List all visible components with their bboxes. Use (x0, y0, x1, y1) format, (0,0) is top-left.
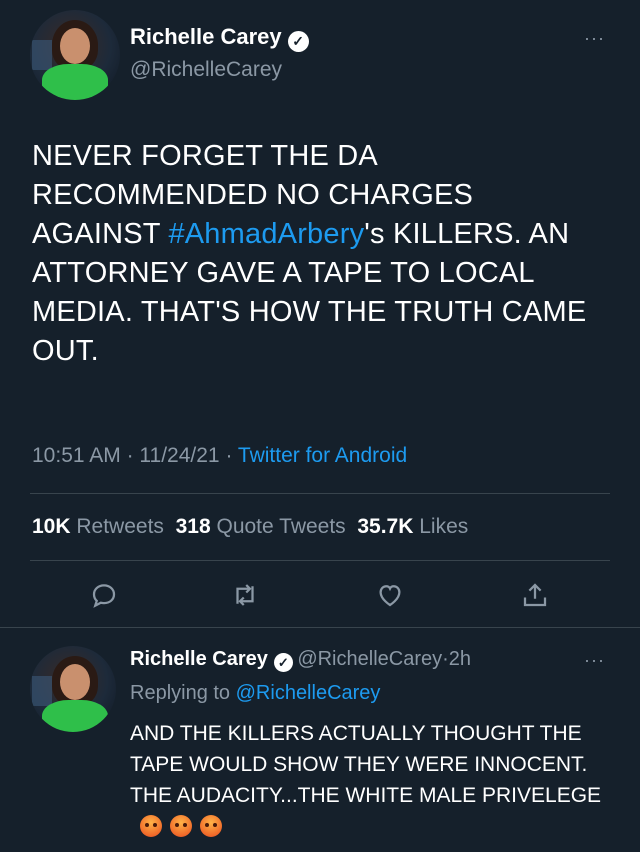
angry-face-icon (140, 815, 162, 837)
reply-text: AND THE KILLERS ACTUALLY THOUGHT THE TAP… (130, 718, 620, 842)
verified-badge-icon: ✓ (273, 653, 293, 672)
reply-timestamp[interactable]: 2h (449, 648, 471, 670)
reply-icon[interactable] (89, 580, 119, 610)
reply-header: Richelle Carey ✓ @RichelleCarey·2h (130, 648, 472, 672)
like-icon[interactable] (375, 580, 405, 610)
reply-author-handle[interactable]: @RichelleCarey (297, 648, 442, 670)
tweet-time[interactable]: 10:51 AM (32, 444, 121, 467)
share-icon[interactable] (520, 580, 550, 610)
reply-author-avatar[interactable] (30, 646, 116, 732)
tweet-text: NEVER FORGET THE DA RECOMMENDED NO CHARG… (32, 140, 587, 367)
retweet-icon[interactable] (230, 580, 260, 610)
reply-more-options-icon[interactable]: ··· (584, 650, 605, 671)
more-options-icon[interactable]: ··· (584, 28, 605, 49)
quote-tweets-stat[interactable]: 318 Quote Tweets (176, 515, 346, 538)
tweet-stats: 10K Retweets 318 Quote Tweets 35.7K Like… (32, 515, 468, 539)
divider (30, 493, 610, 494)
retweets-stat[interactable]: 10K Retweets (32, 515, 164, 538)
angry-face-icon (200, 815, 222, 837)
angry-face-icon (170, 815, 192, 837)
replying-to: Replying to @RichelleCarey (130, 682, 381, 704)
tweet-date[interactable]: 11/24/21 (139, 444, 219, 467)
author-handle[interactable]: @RichelleCarey (130, 58, 282, 82)
tweet-meta: 10:51 AM · 11/24/21 · Twitter for Androi… (32, 444, 408, 467)
divider (30, 560, 610, 561)
verified-badge-icon: ✓ (287, 31, 309, 52)
author-name[interactable]: Richelle Carey (130, 24, 282, 49)
tweet-source-link[interactable]: Twitter for Android (238, 444, 407, 467)
author-name-row[interactable]: Richelle Carey ✓ (130, 24, 309, 52)
hashtag-link[interactable]: #AhmadArbery (168, 218, 364, 250)
author-avatar[interactable] (30, 10, 120, 100)
divider (0, 627, 640, 628)
likes-stat[interactable]: 35.7K Likes (357, 515, 468, 538)
reply-author-name[interactable]: Richelle Carey (130, 648, 268, 670)
replying-to-mention[interactable]: @RichelleCarey (236, 682, 381, 704)
